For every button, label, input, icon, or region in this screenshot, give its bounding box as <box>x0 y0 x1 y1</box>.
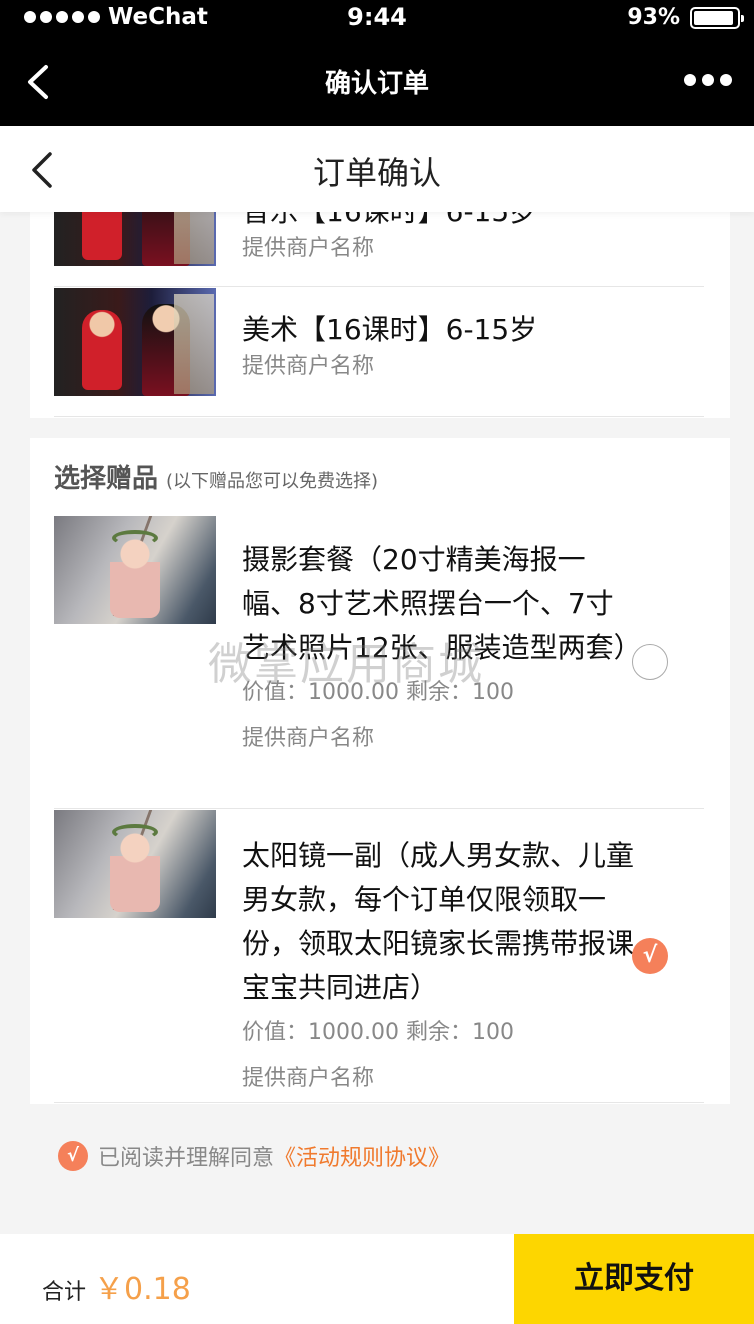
gift-thumbnail <box>54 516 216 624</box>
agreement-checkbox[interactable]: √ <box>58 1141 88 1171</box>
total-amount: ￥0.18 <box>94 1272 191 1307</box>
gift-section-hint: (以下赠品您可以免费选择) <box>166 471 379 492</box>
agreement-text: 已阅读并理解同意 <box>98 1146 275 1171</box>
divider <box>54 1102 704 1103</box>
gift-section-header: 选择赠品 (以下赠品您可以免费选择) <box>54 458 378 495</box>
gift-radio[interactable] <box>632 644 668 680</box>
gift-item[interactable]: 摄影套餐（20寸精美海报一幅、8寸艺术照摆台一个、7寸艺术照片12张、服装造型两… <box>54 516 704 806</box>
course-merchant: 提供商户名称 <box>242 354 375 379</box>
wechat-nav-bar: 确认订单 <box>0 36 754 126</box>
divider <box>54 416 704 417</box>
agreement-row[interactable]: √ 已阅读并理解同意 《活动规则协议》 <box>58 1140 450 1172</box>
gift-merchant: 提供商户名称 <box>242 726 375 751</box>
gift-merchant: 提供商户名称 <box>242 1066 375 1091</box>
battery-icon <box>690 6 744 29</box>
page-header: 订单确认 <box>0 126 754 212</box>
divider <box>54 286 704 287</box>
gift-name: 摄影套餐（20寸精美海报一幅、8寸艺术照摆台一个、7寸艺术照片12张、服装造型两… <box>242 543 642 664</box>
battery: 93% <box>627 5 744 30</box>
more-icon[interactable] <box>684 74 732 86</box>
gift-section-title: 选择赠品 <box>54 464 159 494</box>
pay-now-button[interactable]: 立即支付 <box>514 1234 754 1324</box>
course-thumbnail <box>54 288 216 396</box>
gift-price: 价值：1000.00 剩余：100 <box>242 1020 514 1045</box>
page-title: 订单确认 <box>312 154 441 192</box>
total-label: 合计 <box>42 1280 87 1305</box>
agreement-link[interactable]: 《活动规则协议》 <box>274 1140 450 1172</box>
course-name: 美术【16课时】6-15岁 <box>242 313 538 346</box>
gift-thumbnail <box>54 810 216 918</box>
order-total: 合计 ￥0.18 <box>42 1264 191 1308</box>
wechat-title: 确认订单 <box>324 69 429 99</box>
gift-price: 价值：1000.00 剩余：100 <box>242 680 514 705</box>
course-item[interactable]: 美术【16课时】6-15岁 提供商户名称 <box>54 288 704 396</box>
gift-radio-checked[interactable]: √ <box>632 938 668 974</box>
battery-percent: 93% <box>627 5 680 30</box>
gift-selection-card: 选择赠品 (以下赠品您可以免费选择) 摄影套餐（20寸精美海报一幅、8寸艺术照摆… <box>30 438 730 1104</box>
course-merchant: 提供商户名称 <box>242 236 375 261</box>
checkout-bar: 合计 ￥0.18 立即支付 <box>0 1234 754 1324</box>
gift-name: 太阳镜一副（成人男女款、儿童男女款，每个订单仅限领取一份，领取太阳镜家长需携带报… <box>242 839 635 1004</box>
divider <box>54 808 704 809</box>
gift-item[interactable]: 太阳镜一副（成人男女款、儿童男女款，每个订单仅限领取一份，领取太阳镜家长需携带报… <box>54 810 704 1100</box>
status-bar: WeChat 9:44 93% <box>0 0 754 36</box>
